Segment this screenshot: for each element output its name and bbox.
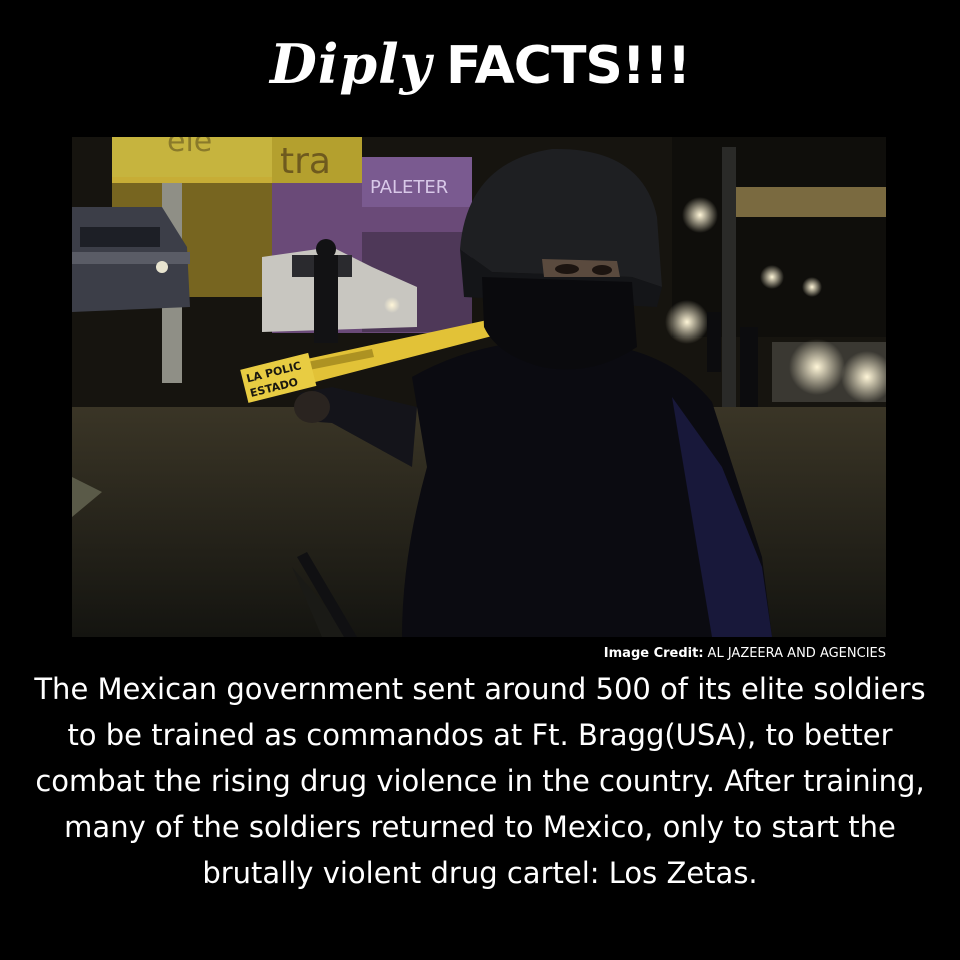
logo-script-text: Diply: [269, 32, 432, 96]
logo-bold-text: FACTS!!!: [445, 36, 691, 96]
storefront-sign-text: tra: [280, 141, 331, 182]
image-credit: Image Credit: AL JAZEERA AND AGENCIES: [604, 646, 886, 662]
diply-facts-logo: Diply FACTS!!!: [0, 28, 960, 114]
image-credit-label: Image Credit:: [603, 646, 704, 661]
image-credit-source: AL JAZEERA AND AGENCIES: [707, 646, 886, 661]
storefront-sign-fragment: ele: [167, 137, 212, 159]
shop-sign-text: PALETER: [370, 177, 448, 198]
fact-text: The Mexican government sent around 500 o…: [34, 672, 926, 890]
masked-soldier-photo: tra ele PALETER LA POLIC ESTADO: [72, 137, 886, 637]
